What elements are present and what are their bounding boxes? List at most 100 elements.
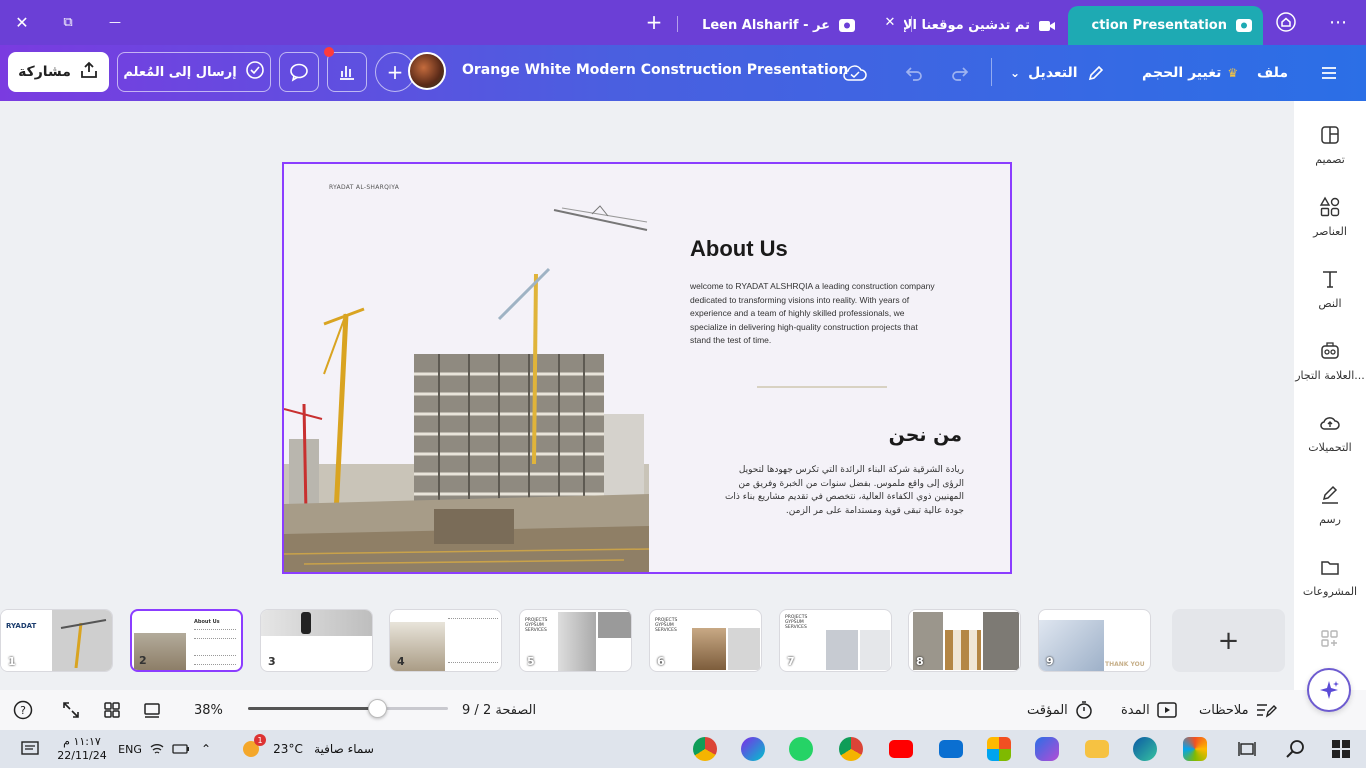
expand-icon — [63, 702, 79, 718]
chrome-app-icon[interactable] — [690, 734, 720, 764]
restore-window-icon[interactable]: ⧉ — [54, 8, 82, 36]
add-page-button[interactable]: + — [1172, 609, 1285, 672]
bar-chart-icon — [340, 66, 354, 80]
os-taskbar: ١١:١٧ م 22/11/24 ENG ⌃ 1 23°C سماء صافية — [0, 730, 1366, 768]
notification-dot — [324, 47, 334, 57]
weather-temp[interactable]: 23°C — [268, 734, 308, 764]
zoom-percent[interactable]: 38% — [194, 698, 223, 722]
copilot-app-icon[interactable] — [1032, 734, 1062, 764]
page-view-button[interactable] — [142, 698, 162, 722]
sidebar-item-draw[interactable]: رسم — [1294, 483, 1366, 547]
whatsapp-app-icon[interactable] — [786, 734, 816, 764]
edit-menu-button[interactable]: ⌄ التعديل — [1010, 53, 1106, 93]
weather-desc[interactable]: سماء صافية — [308, 734, 380, 764]
language-indicator[interactable]: ENG — [115, 734, 145, 764]
thumbnail-text: PROJECTS GYPSUM SERVICES — [655, 618, 678, 633]
magic-assistant-button[interactable] — [1307, 668, 1351, 712]
slide-divider — [757, 386, 887, 388]
sidebar-item-design[interactable]: تصميم — [1294, 123, 1366, 187]
sidebar-item-label: النص — [1318, 297, 1342, 310]
wifi-icon[interactable] — [148, 734, 166, 764]
redo-button[interactable] — [949, 53, 971, 93]
slide-about-us[interactable]: RYADAT AL-SHARQIYA About Us welcome to R… — [282, 162, 1012, 574]
canva-icon — [838, 17, 856, 35]
grid-icon — [104, 702, 120, 718]
slide-title-ar: من نحن — [888, 424, 962, 446]
page-number: 5 — [527, 655, 535, 668]
file-explorer-app-icon[interactable] — [1082, 734, 1112, 764]
zoom-slider[interactable] — [248, 699, 448, 718]
youtube-app-icon[interactable] — [886, 734, 916, 764]
help-button[interactable]: ? — [12, 698, 34, 722]
page-thumbnail-4[interactable]: 4 — [389, 609, 502, 672]
share-button[interactable]: مشاركة — [8, 52, 109, 92]
page-thumbnail-2[interactable]: About Us 2 — [130, 609, 243, 672]
more-icon[interactable]: ⋯ — [1324, 8, 1352, 36]
page-thumbnail-1[interactable]: RYADAT 1 — [0, 609, 113, 672]
weather-badge: 1 — [254, 734, 266, 746]
sidebar-item-uploads[interactable]: التحميلات — [1294, 411, 1366, 475]
copilot-color-app-icon[interactable] — [1180, 734, 1210, 764]
sidebar-item-brand[interactable]: العلامة التجار... — [1294, 339, 1366, 403]
page-number: 4 — [397, 655, 405, 668]
page-indicator[interactable]: الصفحة 2 / 9 — [462, 698, 536, 722]
sidebar-item-projects[interactable]: المشروعات — [1294, 555, 1366, 619]
undo-button[interactable] — [903, 53, 925, 93]
upload-share-icon — [79, 60, 99, 84]
zoom-slider-handle[interactable] — [368, 699, 387, 718]
elements-icon — [1318, 195, 1342, 219]
chevron-up-icon[interactable]: ⌃ — [196, 734, 216, 764]
weather-icon[interactable]: 1 — [236, 734, 266, 764]
minimize-window-icon[interactable]: — — [101, 8, 129, 36]
chrome-profile-app-icon[interactable] — [836, 734, 866, 764]
cloud-check-icon — [843, 65, 867, 81]
notes-icon — [1256, 704, 1277, 718]
upload-icon — [1318, 411, 1342, 435]
search-icon[interactable] — [1280, 734, 1310, 764]
page-thumbnail-3[interactable]: 3 — [260, 609, 373, 672]
windows-start-icon[interactable] — [1326, 734, 1356, 764]
tab-active-presentation[interactable]: ction Presentation — [1068, 6, 1263, 45]
avatar[interactable] — [408, 52, 446, 90]
close-tab-icon[interactable]: ✕ — [876, 8, 904, 36]
fullscreen-button[interactable] — [61, 698, 81, 722]
timer-button[interactable]: المؤقت — [1027, 698, 1094, 722]
timer-label: المؤقت — [1027, 702, 1068, 718]
task-view-icon[interactable] — [1232, 734, 1262, 764]
edge-app-icon[interactable] — [1130, 734, 1160, 764]
sidebar-item-elements[interactable]: العناصر — [1294, 195, 1366, 259]
apps-icon — [1318, 627, 1342, 651]
clock[interactable]: ١١:١٧ م 22/11/24 — [52, 734, 112, 764]
menu-button[interactable] — [1318, 53, 1340, 93]
new-tab-button[interactable]: + — [640, 8, 668, 36]
duration-button[interactable]: المدة — [1121, 698, 1178, 722]
document-title[interactable]: Orange White Modern Construction Present… — [462, 62, 848, 84]
notifications-icon[interactable] — [12, 734, 48, 764]
sidebar-item-text[interactable]: النص — [1294, 267, 1366, 331]
slide-body-ar: ريادة الشرقية شركة البناء الرائدة التي ت… — [724, 465, 964, 516]
page-thumbnail-5[interactable]: PROJECTS GYPSUM SERVICES 5 — [519, 609, 632, 672]
store-app-icon[interactable] — [984, 734, 1014, 764]
notes-button[interactable]: ملاحظات — [1199, 698, 1277, 722]
page-thumbnail-8[interactable]: 8 — [908, 609, 1021, 672]
sidebar-item-label: التحميلات — [1308, 441, 1352, 454]
play-screen-icon — [1156, 702, 1177, 718]
page-thumbnail-7[interactable]: PROJECTS GYPSUM SERVICES 7 — [779, 609, 892, 672]
tab-leen-alsharif[interactable]: Leen Alsharif - عر — [690, 6, 870, 45]
file-menu-button[interactable]: ملف — [1257, 53, 1288, 93]
page-thumbnail-6[interactable]: PROJECTS GYPSUM SERVICES 6 — [649, 609, 762, 672]
send-to-teacher-button[interactable]: إرسال إلى المُعلم — [117, 52, 271, 92]
battery-icon[interactable] — [170, 734, 192, 764]
save-status-button[interactable] — [842, 53, 868, 93]
mail-app-icon[interactable] — [936, 734, 966, 764]
insights-button[interactable] — [324, 47, 367, 92]
resize-button[interactable]: تغيير الحجم ♛ — [1142, 53, 1238, 93]
comment-button[interactable] — [279, 52, 319, 92]
page-thumbnails: RYADAT 1 About Us 2 3 4 PROJECTS GYPSUM … — [0, 601, 1294, 679]
tab-website-launch[interactable]: تم تدشين موقعنا الإلكـ — [904, 6, 1060, 45]
page-thumbnail-9[interactable]: THANK YOU 9 — [1038, 609, 1151, 672]
close-window-icon[interactable]: ✕ — [8, 8, 36, 36]
home-icon[interactable] — [1272, 8, 1300, 36]
grid-view-button[interactable] — [102, 698, 122, 722]
canva-app-icon[interactable] — [736, 734, 770, 764]
